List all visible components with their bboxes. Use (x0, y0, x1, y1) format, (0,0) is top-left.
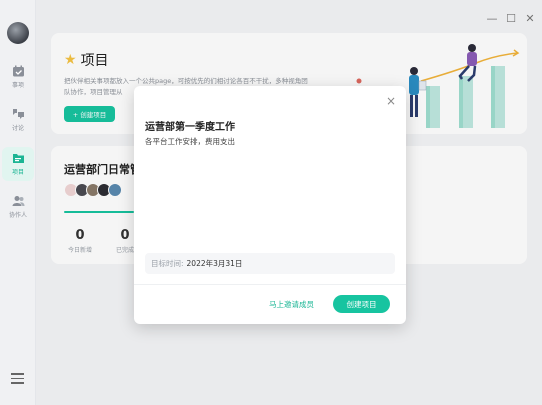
sidebar-item-tasks[interactable]: 事项 (2, 60, 34, 94)
sidebar-item-label: 协作人 (8, 212, 27, 219)
folder-icon (12, 154, 24, 163)
user-avatar[interactable] (7, 22, 29, 44)
date-label: 目标时间: (151, 259, 184, 268)
sidebar-item-collaborators[interactable]: 协作人 (2, 190, 34, 224)
sidebar-item-projects[interactable]: 项目 (2, 147, 34, 181)
dialog-description: 各平台工作安排，费用支出 (145, 137, 235, 146)
create-project-dialog: × 运营部第一季度工作 各平台工作安排，费用支出 目标时间: 2022年3月31… (134, 86, 406, 324)
dialog-title: 运营部第一季度工作 (145, 122, 235, 133)
sidebar-item-discussion[interactable]: 讨论 (2, 103, 34, 137)
divider (134, 284, 406, 285)
sidebar-item-label: 项目 (11, 169, 24, 176)
target-date-field[interactable]: 目标时间: 2022年3月31日 (145, 253, 395, 274)
sidebar-item-label: 讨论 (11, 125, 24, 132)
people-icon (12, 196, 24, 206)
close-icon[interactable]: × (386, 94, 396, 108)
sidebar: 事项 讨论 项目 协作人 (0, 0, 36, 405)
hamburger-menu-icon[interactable] (11, 373, 24, 384)
sidebar-item-label: 事项 (11, 82, 24, 89)
date-value: 2022年3月31日 (186, 259, 243, 268)
calendar-check-icon (12, 65, 24, 77)
invite-members-link[interactable]: 马上邀请成员 (269, 299, 314, 310)
discussion-icon (12, 109, 24, 119)
dialog-create-button[interactable]: 创建项目 (333, 295, 390, 313)
